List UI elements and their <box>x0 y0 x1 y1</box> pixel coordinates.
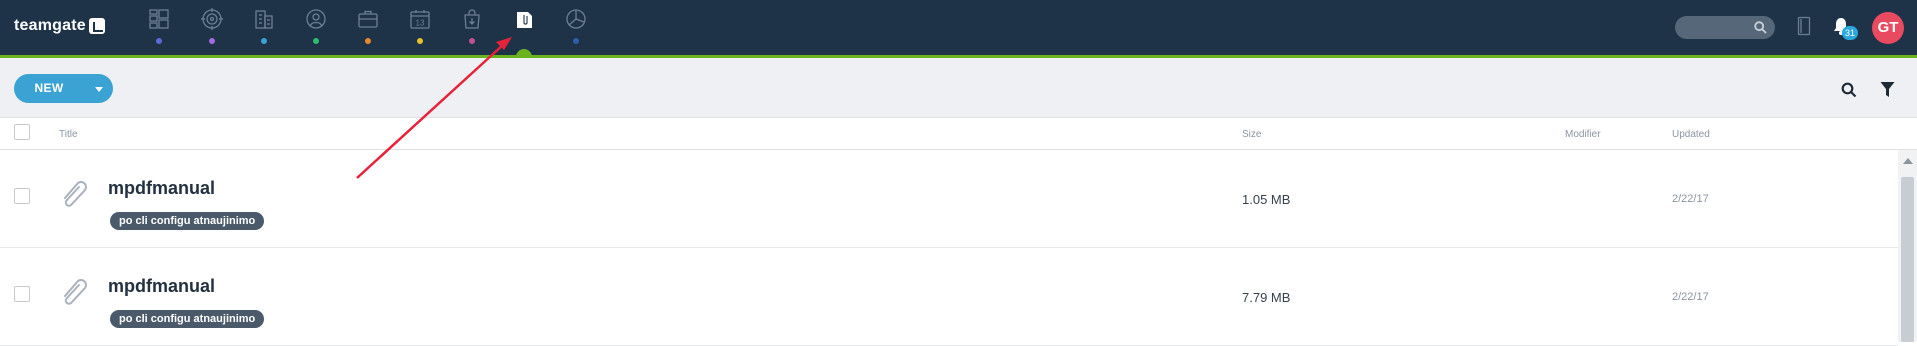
chevron-down-icon[interactable] <box>95 87 103 92</box>
nav-dot <box>261 38 267 44</box>
nav-dot <box>156 38 162 44</box>
toolbar: NEW <box>0 58 1917 118</box>
nav-files[interactable] <box>504 6 544 46</box>
file-size: 1.05 MB <box>1242 192 1291 207</box>
row-checkbox[interactable] <box>14 286 30 302</box>
search-icon <box>1754 21 1767 34</box>
nav-dashboard[interactable] <box>139 6 179 46</box>
building-icon <box>255 10 273 29</box>
column-header-title[interactable]: Title <box>59 129 78 140</box>
phone-icon[interactable] <box>1797 16 1811 36</box>
nav-deals[interactable] <box>348 6 388 46</box>
table-header: Title Size Modifier Updated <box>0 118 1917 150</box>
nav-products[interactable] <box>452 6 492 46</box>
nav-reports[interactable] <box>556 6 596 46</box>
file-title[interactable]: mpdfmanual <box>108 276 215 297</box>
target-icon <box>201 8 223 30</box>
logo-hand-icon <box>88 18 105 34</box>
user-avatar[interactable]: GT <box>1872 12 1904 44</box>
column-header-modifier[interactable]: Modifier <box>1565 129 1601 140</box>
nav-contacts[interactable] <box>296 6 336 46</box>
table-row[interactable]: mpdfmanual po cli configu atnaujinimo 7.… <box>0 248 1898 346</box>
paperclip-icon <box>64 279 87 305</box>
file-tag[interactable]: po cli configu atnaujinimo <box>110 310 265 328</box>
scroll-thumb[interactable] <box>1901 177 1914 342</box>
logo-text: teamgate <box>14 17 86 34</box>
nav-dot <box>573 38 579 44</box>
nav-dot <box>365 38 371 44</box>
file-updated: 2/22/17 <box>1672 193 1709 205</box>
calendar-number: 13 <box>416 19 425 28</box>
bag-icon <box>464 9 480 29</box>
file-title[interactable]: mpdfmanual <box>108 178 215 199</box>
select-all-checkbox[interactable] <box>14 124 30 140</box>
search-icon[interactable] <box>1841 82 1857 98</box>
file-updated: 2/22/17 <box>1672 291 1709 303</box>
nav-leads[interactable] <box>192 6 232 46</box>
briefcase-icon <box>358 10 378 28</box>
file-size: 7.79 MB <box>1242 290 1291 305</box>
paperclip-icon <box>64 181 87 207</box>
nav-dot <box>417 38 423 44</box>
notification-count-badge: 31 <box>1842 26 1858 40</box>
row-checkbox[interactable] <box>14 188 30 204</box>
nav-dot <box>209 38 215 44</box>
calendar-icon: 13 <box>410 10 430 29</box>
nav-calendar[interactable]: 13 <box>400 6 440 46</box>
column-header-size[interactable]: Size <box>1242 129 1261 140</box>
dashboard-icon <box>149 9 169 29</box>
pie-chart-icon <box>566 9 586 29</box>
new-button-label: NEW <box>34 81 64 95</box>
filter-icon[interactable] <box>1880 81 1895 98</box>
scroll-up-arrow-icon[interactable] <box>1903 158 1913 164</box>
column-header-updated[interactable]: Updated <box>1672 129 1710 140</box>
global-search-input[interactable] <box>1675 16 1775 39</box>
new-button[interactable]: NEW <box>14 74 113 103</box>
nav-dot <box>469 38 475 44</box>
nav-companies[interactable] <box>244 6 284 46</box>
table-row[interactable]: mpdfmanual po cli configu atnaujinimo 1.… <box>0 150 1898 248</box>
vertical-scrollbar[interactable] <box>1898 150 1917 342</box>
files-icon <box>517 12 532 28</box>
file-tag[interactable]: po cli configu atnaujinimo <box>110 212 265 230</box>
top-navigation-bar: teamgate 13 31 GT <box>0 0 1917 55</box>
nav-dot <box>313 38 319 44</box>
app-logo[interactable]: teamgate <box>14 17 105 35</box>
contact-icon <box>306 9 326 29</box>
